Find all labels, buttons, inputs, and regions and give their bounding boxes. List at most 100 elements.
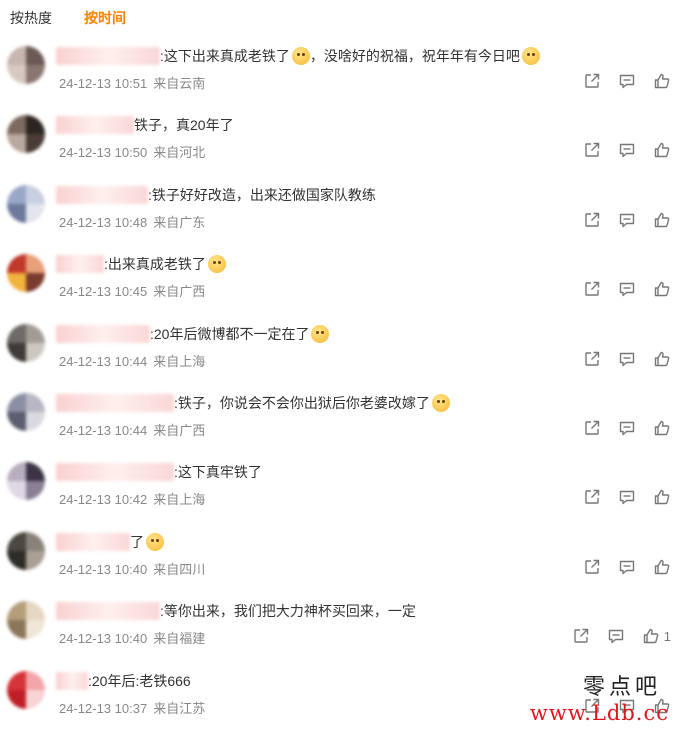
comment-location: 来自广西 — [153, 422, 206, 438]
comment-icon — [618, 558, 636, 576]
comment-actions — [583, 350, 671, 368]
reply-button[interactable] — [618, 72, 636, 90]
comment-time: 24-12-13 10:44 — [59, 422, 148, 438]
comment-actions — [583, 280, 671, 298]
user-name-blurred[interactable] — [56, 185, 148, 204]
reply-button[interactable] — [618, 141, 636, 159]
comment-text: 铁子，真20年了 — [134, 117, 234, 134]
share-button[interactable] — [583, 558, 601, 576]
share-icon — [583, 558, 601, 576]
reply-button[interactable] — [618, 558, 636, 576]
comment-text: :出来真成老铁了 — [104, 256, 206, 273]
user-name-blurred[interactable] — [56, 324, 150, 343]
share-icon — [583, 488, 601, 506]
share-button[interactable] — [583, 488, 601, 506]
emoji-icon — [207, 255, 226, 274]
share-button[interactable] — [572, 627, 590, 645]
like-button[interactable] — [653, 697, 671, 715]
reply-button[interactable] — [618, 280, 636, 298]
share-button[interactable] — [583, 697, 601, 715]
reply-button[interactable] — [618, 211, 636, 229]
avatar[interactable] — [7, 392, 45, 431]
comment-text: :20年后:老铁666 — [88, 672, 191, 689]
comment-text: :等你出来，我们把大力神杯买回来，一定 — [160, 603, 416, 620]
emoji-icon — [146, 532, 164, 551]
comment-time: 24-12-13 10:40 — [59, 631, 148, 647]
emoji-icon — [311, 324, 330, 343]
emoji-icon — [521, 47, 540, 65]
comment-content: :这下真牢铁了 — [56, 461, 262, 483]
like-button[interactable] — [653, 558, 671, 576]
comment-content: :铁子，你说会不会你出狱后你老婆改嫁了 — [56, 392, 450, 414]
share-button[interactable] — [583, 350, 601, 368]
share-button[interactable] — [583, 280, 601, 298]
share-button[interactable] — [583, 211, 601, 229]
user-name-blurred[interactable] — [56, 116, 134, 135]
reply-button[interactable] — [618, 488, 636, 506]
user-name-blurred[interactable] — [56, 671, 88, 690]
comment-list: :这下出来真成老铁了 ，没啥好的祝福，祝年年有今日吧 24-12-13 10:51 来… — [0, 40, 679, 731]
avatar[interactable] — [7, 670, 45, 709]
thumbs-up-icon — [653, 558, 671, 576]
comment-text: :20年后微博都不一定在了 — [150, 325, 310, 342]
avatar[interactable] — [7, 184, 45, 223]
share-icon — [572, 627, 590, 645]
like-button[interactable] — [653, 488, 671, 506]
avatar[interactable] — [7, 601, 45, 640]
share-button[interactable] — [583, 141, 601, 159]
avatar[interactable] — [7, 115, 45, 154]
user-name-blurred[interactable] — [56, 255, 104, 274]
comment-item: 了 24-12-13 10:40 来自四川 — [0, 526, 679, 595]
user-name-blurred[interactable] — [56, 602, 160, 621]
reply-button[interactable] — [618, 697, 636, 715]
comment-meta: 24-12-13 10:44 来自上海 — [59, 351, 211, 370]
tab-by-hot[interactable]: 按热度 — [10, 8, 52, 30]
comment-text-tail: ，没啥好的祝福，祝年年有今日吧 — [309, 48, 520, 64]
comment-text: :铁子好好改造，出来还做国家队教练 — [148, 186, 376, 203]
comment-actions — [583, 419, 671, 437]
avatar[interactable] — [7, 323, 45, 362]
comment-actions: 1 — [572, 627, 671, 645]
comment-actions — [583, 697, 671, 715]
user-name-blurred[interactable] — [56, 393, 174, 412]
comment-text: :这下出来真成老铁了 — [160, 48, 290, 64]
share-button[interactable] — [583, 72, 601, 90]
avatar[interactable] — [7, 254, 45, 293]
thumbs-up-icon — [653, 72, 671, 90]
share-button[interactable] — [583, 419, 601, 437]
user-name-blurred[interactable] — [56, 532, 130, 551]
comment-meta: 24-12-13 10:44 来自广西 — [59, 420, 211, 439]
like-count: 1 — [663, 628, 671, 644]
like-button[interactable] — [653, 211, 671, 229]
like-button[interactable]: 1 — [642, 627, 671, 645]
like-button[interactable] — [653, 141, 671, 159]
user-name-blurred[interactable] — [56, 47, 160, 65]
comment-item: :20年后:老铁666 24-12-13 10:37 来自江苏 — [0, 665, 679, 731]
avatar[interactable] — [7, 46, 45, 84]
avatar[interactable] — [7, 462, 45, 501]
reply-button[interactable] — [618, 350, 636, 368]
reply-button[interactable] — [607, 627, 625, 645]
like-button[interactable] — [653, 72, 671, 90]
user-name-blurred[interactable] — [56, 463, 174, 482]
share-icon — [583, 141, 601, 159]
thumbs-up-icon — [642, 627, 660, 645]
tab-by-time[interactable]: 按时间 — [84, 8, 126, 30]
emoji-icon — [431, 393, 450, 412]
comment-time: 24-12-13 10:48 — [59, 214, 148, 230]
avatar[interactable] — [7, 531, 45, 570]
comment-item: :铁子，你说会不会你出狱后你老婆改嫁了 24-12-13 10:44 来自广西 — [0, 387, 679, 456]
like-button[interactable] — [653, 280, 671, 298]
comment-content: :出来真成老铁了 — [56, 253, 226, 275]
comment-item: 铁子，真20年了 24-12-13 10:50 来自河北 — [0, 109, 679, 178]
like-button[interactable] — [653, 419, 671, 437]
comment-content: 了 — [56, 531, 164, 553]
comment-actions — [583, 488, 671, 506]
reply-button[interactable] — [618, 419, 636, 437]
comment-time: 24-12-13 10:51 — [59, 76, 148, 91]
share-icon — [583, 211, 601, 229]
like-button[interactable] — [653, 350, 671, 368]
comment-actions — [583, 211, 671, 229]
comment-time: 24-12-13 10:42 — [59, 492, 148, 508]
thumbs-up-icon — [653, 141, 671, 159]
